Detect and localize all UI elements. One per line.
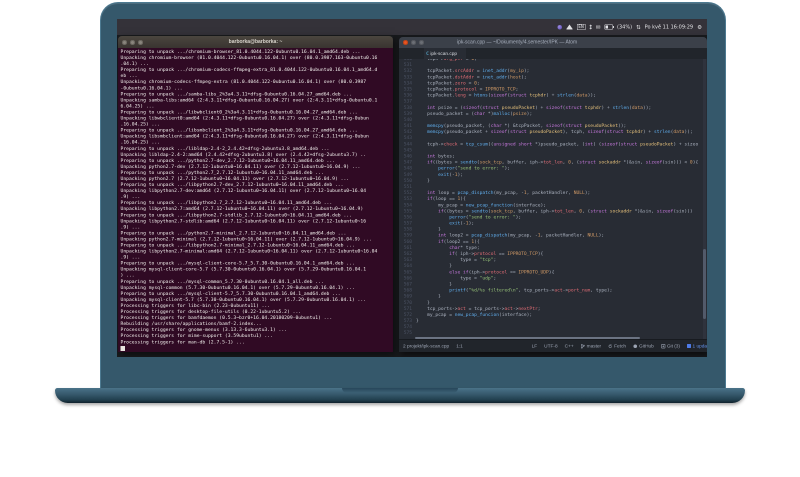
terminal-line: Unpacking chromium-browser (81.0.4044.12… — [120, 55, 378, 61]
app-indicator-icon[interactable] — [557, 24, 562, 30]
status-git-button[interactable]: Git (3) — [660, 343, 680, 349]
status-updates-button[interactable]: 1 update — [687, 343, 707, 349]
terminal-line: Unpacking samba-libs:amd64 (2:4.3.11+dfs… — [120, 97, 378, 103]
atom-close-button[interactable] — [403, 40, 408, 45]
github-icon — [633, 344, 638, 348]
ubuntu-top-panel: EN ✉ (34%) ⇅ Po kvě 11 16:09:29 ⚙ — [117, 19, 707, 35]
laptop-base — [55, 388, 745, 403]
terminal-title: barborka@barborka: ~ — [228, 39, 283, 45]
laptop-base-notch — [342, 388, 458, 393]
page: EN ✉ (34%) ⇅ Po kvě 11 16:09:29 ⚙ barbor… — [0, 0, 800, 477]
status-grammar[interactable]: C++ — [565, 343, 574, 349]
code-line: 575 — [399, 330, 707, 336]
terminal-line: Unpacking libldap-2.4-2:amd64 (2.4.42+df… — [120, 151, 367, 158]
wifi-icon[interactable] — [565, 24, 573, 30]
vertical-scrollbar[interactable] — [703, 59, 706, 340]
terminal-line: Unpacking libpython2.7:amd64 (2.7.12-1ub… — [120, 206, 364, 212]
terminal-line: Unpacking libpython2.7-dev:amd64 (2.7.12… — [120, 188, 367, 194]
code-line: 542 memcpy(pseudo_packet + sizeof(struct… — [399, 129, 707, 135]
clock[interactable]: Po kvě 11 16:09:29 — [645, 24, 693, 30]
status-github-button[interactable]: GitHub — [633, 343, 654, 349]
battery-percent-label: (34%) — [617, 24, 633, 30]
update-package-icon — [687, 344, 692, 348]
tab-label: ipk-scan.cpp — [430, 50, 458, 57]
atom-minimize-button[interactable] — [411, 40, 416, 45]
terminal-line: Unpacking chromium-codecs-ffmpeg-extra (… — [120, 79, 367, 85]
laptop-lid: EN ✉ (34%) ⇅ Po kvě 11 16:09:29 ⚙ barbor… — [100, 2, 726, 389]
terminal-output: Preparing to unpack .../chromium-browser… — [118, 48, 393, 352]
terminal-body[interactable]: Preparing to unpack .../chromium-browser… — [118, 48, 393, 352]
atom-status-bar: 2 projekt/ipk-scan.cpp 1:1 LF UTF-8 C++ … — [399, 339, 707, 352]
c-file-icon: C — [426, 50, 429, 57]
atom-maximize-button[interactable] — [419, 40, 424, 45]
status-fetch-button[interactable]: Fetch — [608, 343, 626, 349]
code-editor[interactable]: 530 tcph->urg_ptr = 0;531532 tcpPacket.s… — [399, 59, 707, 340]
terminal-cursor — [120, 345, 125, 351]
git-branch-icon — [581, 343, 585, 349]
code-line: 544 tcph->check = tcp_csum((unsigned sho… — [399, 141, 707, 147]
status-cursor-position[interactable]: 1:1 — [456, 343, 463, 349]
atom-window-title: ipk-scan.cpp — ~/Dokumenty/4.semester/IP… — [457, 39, 578, 46]
terminal-titlebar[interactable]: barborka@barborka: ~ — [118, 36, 393, 48]
terminal-cursor-line — [120, 345, 394, 352]
terminal-window[interactable]: barborka@barborka: ~ Preparing to unpack… — [118, 36, 393, 352]
bluetooth-icon[interactable] — [589, 24, 592, 30]
mail-icon[interactable]: ✉ — [596, 24, 601, 30]
laptop-screen: EN ✉ (34%) ⇅ Po kvě 11 16:09:29 ⚙ barbor… — [117, 19, 707, 357]
code-lines: 530 tcph->urg_ptr = 0;531532 tcpPacket.s… — [399, 59, 707, 336]
line-number: 575 — [403, 330, 412, 336]
status-file-path[interactable]: 2 projekt/ipk-scan.cpp — [403, 343, 449, 349]
status-encoding[interactable]: UTF-8 — [544, 343, 557, 349]
system-tray: EN ✉ (34%) ⇅ Po kvě 11 16:09:29 ⚙ — [502, 19, 707, 35]
keyboard-layout-indicator[interactable]: EN — [576, 24, 586, 30]
status-line-ending[interactable]: LF — [532, 343, 538, 349]
sync-icon — [608, 344, 613, 348]
terminal-line: Unpacking mysql-client-core-5.7 (5.7.30-… — [120, 266, 367, 273]
terminal-line: Preparing to unpack .../chromium-codecs-… — [120, 67, 378, 73]
atom-titlebar[interactable]: ipk-scan.cpp — ~/Dokumenty/4.semester/IP… — [399, 37, 707, 48]
terminal-line: Unpacking mysql-common (5.7.30-0ubuntu0.… — [120, 284, 355, 291]
atom-tab-bar: C ipk-scan.cpp — [399, 48, 707, 59]
terminal-line: Unpacking libsmbclient:amd64 (2:4.3.11+d… — [120, 133, 369, 140]
session-gear-icon[interactable]: ⚙ — [697, 24, 702, 30]
battery-icon[interactable] — [604, 24, 615, 30]
terminal-line: Unpacking libwbclient0:amd64 (2:4.3.11+d… — [120, 115, 369, 122]
terminal-line: Unpacking libpython2.7-minimal:amd64 (2.… — [120, 248, 378, 255]
terminal-line: Unpacking libpython2.7-stdlib:amd64 (2.7… — [120, 218, 367, 224]
git-icon — [660, 343, 666, 349]
vertical-scrollbar-handle[interactable] — [703, 249, 706, 319]
tab-ipk-scan-cpp[interactable]: C ipk-scan.cpp — [424, 48, 466, 59]
atom-window[interactable]: ipk-scan.cpp — ~/Dokumenty/4.semester/IP… — [399, 37, 707, 352]
network-sync-arrows-icon[interactable]: ⇅ — [636, 24, 641, 30]
status-git-branch[interactable]: master — [581, 343, 601, 349]
